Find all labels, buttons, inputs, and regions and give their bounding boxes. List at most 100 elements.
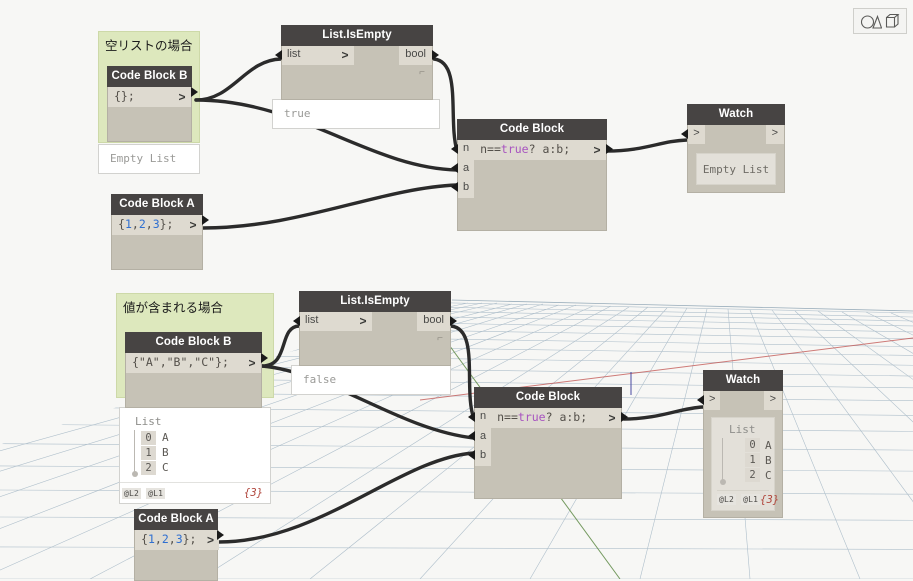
list-index: 0 [745, 438, 760, 453]
level-tag[interactable]: @L1 [146, 487, 166, 499]
code-input[interactable]: {"A","B","C"}; [126, 353, 243, 373]
list-value: A [765, 438, 772, 452]
list-index: 1 [745, 453, 760, 468]
output-port-chevron[interactable]: > [765, 125, 784, 144]
lacing-indicator: ⌐ [437, 332, 443, 344]
node-watch-bottom[interactable]: Watch > > List 0 A 1 B 2 C @L2 @L1 {3} [697, 370, 783, 518]
preview-bubble-isempty-top[interactable]: true [272, 99, 440, 129]
output-port-chevron[interactable]: > [243, 353, 261, 373]
list-value: C [162, 461, 169, 474]
input-chevron-icon[interactable]: > [354, 312, 372, 331]
output-port-chevron[interactable]: > [588, 140, 606, 160]
node-list-isempty-top[interactable]: List.IsEmpty list > bool ⌐ [275, 25, 439, 100]
level-tag[interactable]: @L2 [717, 494, 737, 506]
list-index: 0 [141, 430, 156, 445]
output-nub [450, 316, 457, 327]
node-title: List.IsEmpty [281, 25, 433, 47]
input-port-n[interactable]: n [458, 140, 475, 160]
node-body[interactable]: {"A","B","C"}; > [125, 353, 268, 408]
level-tags: @L2 @L1 [122, 487, 166, 499]
node-watch-top[interactable]: Watch > > Empty List [681, 104, 785, 193]
output-port-chevron[interactable]: > [184, 215, 202, 235]
list-value: B [765, 453, 772, 467]
node-list-isempty-bottom[interactable]: List.IsEmpty list > bool ⌐ [293, 291, 457, 366]
node-code-block-a-top[interactable]: Code Block A {1,2,3}; > [111, 194, 209, 270]
list-value: C [765, 468, 772, 482]
node-title: Watch [687, 104, 785, 126]
node-body[interactable]: {1,2,3}; > [134, 530, 224, 581]
node-body[interactable]: {}; > [107, 87, 198, 142]
preview-bubble-code-block-b-top[interactable]: Empty List [98, 144, 200, 174]
code-input[interactable]: n==true? a:b; [491, 408, 603, 428]
input-port-n[interactable]: n [475, 408, 492, 428]
3d-cube-icon[interactable] [885, 13, 900, 29]
node-body[interactable]: n n==true? a:b; > a b [468, 408, 628, 499]
input-port-list[interactable]: list [300, 312, 354, 331]
node-body[interactable]: > > Empty List [681, 125, 785, 193]
preview-list-rows: 0 A 1 B 2 C [717, 436, 772, 489]
node-code-block-cond-bottom[interactable]: Code Block n n==true? a:b; > a b [468, 387, 628, 499]
node-body[interactable]: > > List 0 A 1 B 2 C @L2 @L1 {3} [697, 391, 783, 518]
lacing-indicator: ⌐ [419, 66, 425, 78]
node-title: Code Block A [134, 509, 218, 531]
input-port-a[interactable]: a [458, 160, 475, 179]
list-index: 2 [141, 460, 156, 475]
input-chevron-icon[interactable]: > [336, 46, 354, 65]
level-tag[interactable]: @L2 [122, 487, 142, 499]
node-title: Code Block [457, 119, 607, 141]
code-input[interactable]: {1,2,3}; [135, 530, 202, 550]
input-port-chevron[interactable]: > [688, 125, 705, 144]
input-port-list[interactable]: list [282, 46, 336, 65]
list-value: B [162, 446, 169, 459]
preview-bubble-code-block-b-bottom[interactable]: List 0 A 1 B 2 C @L2 @L1 {3} [119, 407, 271, 504]
preview-list-label: List [729, 422, 756, 436]
node-code-block-cond-top[interactable]: Code Block n n==true? a:b; > a b [451, 119, 613, 231]
output-port-chevron[interactable]: > [603, 408, 621, 428]
input-port-b[interactable]: b [475, 446, 492, 466]
output-port-bool[interactable]: bool [417, 312, 450, 331]
2d-view-icon[interactable] [860, 13, 882, 29]
list-item: 1 B [731, 453, 772, 468]
dynamo-canvas[interactable]: 空リストの場合 値が含まれる場合 Code Block B {}; > Empt… [0, 0, 913, 581]
node-body[interactable]: n n==true? a:b; > a b [451, 140, 613, 231]
watch-value: Empty List [702, 162, 770, 176]
node-title: Code Block A [111, 194, 203, 216]
input-port-chevron[interactable]: > [704, 391, 721, 410]
input-nub [275, 50, 282, 61]
output-port-chevron[interactable]: > [173, 87, 191, 107]
preview-list-footer: @L2 @L1 {3} [120, 482, 270, 503]
group-title: 空リストの場合 [105, 38, 193, 53]
output-nub [217, 530, 224, 541]
preview-bubble-isempty-bottom[interactable]: false [291, 365, 451, 395]
node-body[interactable]: list > bool ⌐ [293, 312, 457, 366]
output-nub [261, 353, 268, 364]
input-nub-a [468, 431, 475, 441]
node-code-block-b-bottom[interactable]: Code Block B {"A","B","C"}; > [125, 332, 268, 408]
watch-value-box: List 0 A 1 B 2 C @L2 @L1 {3} [711, 416, 779, 511]
code-input[interactable]: n==true? a:b; [474, 140, 588, 160]
node-title: Code Block B [107, 66, 192, 88]
view-toggle-button[interactable] [853, 8, 907, 34]
output-nub [621, 412, 628, 423]
input-port-b[interactable]: b [458, 178, 475, 198]
node-body[interactable]: {1,2,3}; > [111, 215, 209, 270]
node-filler [108, 107, 191, 141]
input-port-a[interactable]: a [475, 428, 492, 447]
input-nub [293, 316, 300, 327]
preview-value: true [284, 107, 311, 120]
input-nub-b [468, 449, 475, 460]
node-title: Watch [703, 370, 783, 392]
output-nub [202, 215, 209, 226]
output-port-chevron[interactable]: > [763, 391, 782, 410]
code-input[interactable]: {}; [108, 87, 173, 107]
input-nub-a [451, 163, 458, 173]
output-port-bool[interactable]: bool [399, 46, 432, 65]
preview-list: List 0 A 1 B 2 C [120, 408, 270, 481]
node-code-block-b-top[interactable]: Code Block B {}; > [107, 66, 198, 142]
input-nub [681, 129, 688, 140]
node-body[interactable]: list > bool ⌐ [275, 46, 439, 100]
level-tag[interactable]: @L1 [741, 494, 761, 506]
code-input[interactable]: {1,2,3}; [112, 215, 184, 235]
preview-value: false [303, 373, 337, 386]
node-code-block-a-bottom[interactable]: Code Block A {1,2,3}; > [134, 509, 224, 581]
